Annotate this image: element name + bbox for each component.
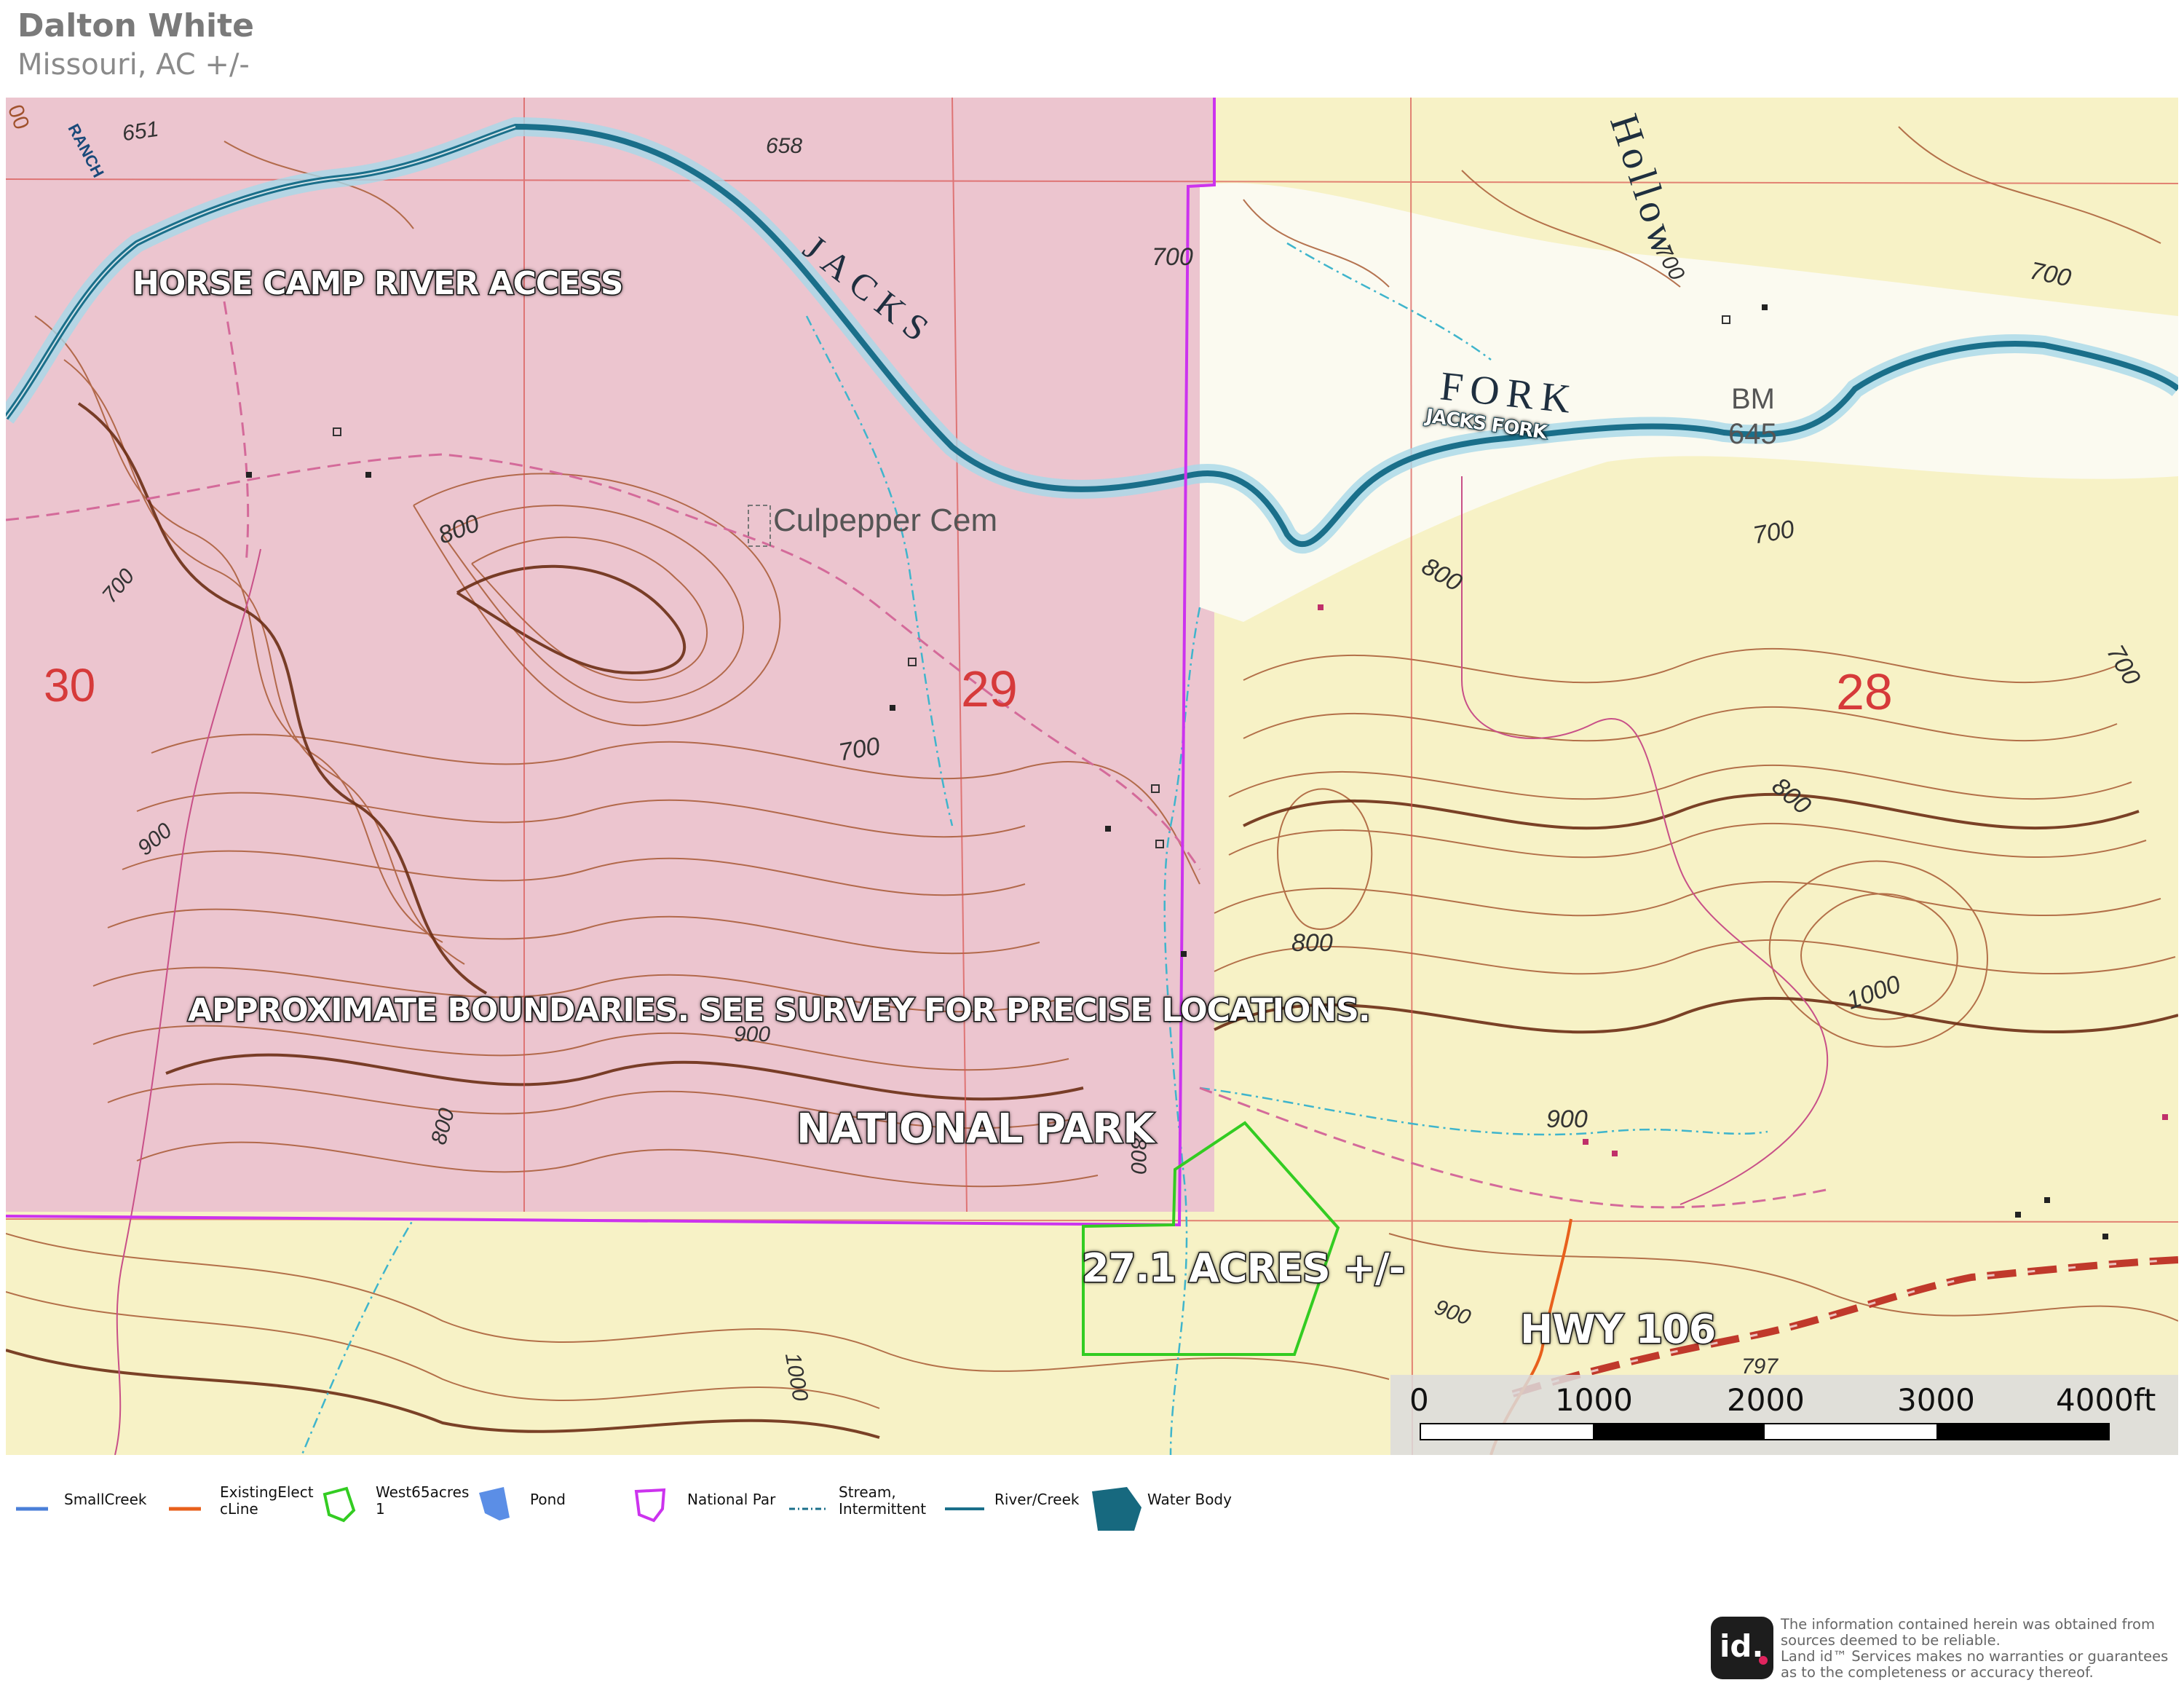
- section-number: 30: [44, 659, 96, 711]
- legend-item-electric-line: ExistingElect cLine: [167, 1477, 328, 1542]
- cemetery-label: Culpepper Cem: [773, 502, 998, 538]
- line-swatch-icon: [169, 1507, 201, 1511]
- polygon-fill-icon: [479, 1487, 510, 1521]
- legend-item-smallcreek: SmallCreek: [15, 1477, 175, 1542]
- benchmark-elev: 645: [1728, 418, 1777, 450]
- scale-tick-label: 1000: [1555, 1382, 1633, 1418]
- section-number: 28: [1836, 663, 1893, 720]
- line-swatch-icon: [16, 1507, 48, 1511]
- map-canvas[interactable]: 651 658 RANCH 00 JACKS FORK JACKS FORK H…: [6, 98, 2178, 1455]
- legend-item-pond: Pond: [478, 1477, 623, 1542]
- scale-tick-label: 0: [1409, 1382, 1429, 1418]
- disclaimer-text: The information contained herein was obt…: [1781, 1616, 2169, 1681]
- legend-item-parcel: West65acres 1: [322, 1477, 482, 1542]
- approx-boundaries-note: APPROXIMATE BOUNDARIES. SEE SURVEY FOR P…: [187, 991, 1372, 1030]
- parcel-acreage-label: 27.1 ACRES +/-: [1081, 1245, 1406, 1293]
- elev-label: 800: [1291, 929, 1333, 957]
- legend-item-river: River/Creek: [943, 1477, 1089, 1542]
- legend-item-intermittent-stream: Stream, Intermittent: [788, 1477, 948, 1542]
- line-swatch-icon: [945, 1507, 984, 1510]
- elev-label: 700: [1152, 243, 1193, 271]
- dash-dot-line-icon: [789, 1507, 828, 1510]
- national-park-label: NATIONAL PARK: [796, 1105, 1156, 1154]
- scale-tick-label: 4000ft: [2056, 1382, 2156, 1418]
- elev-label: 658: [766, 134, 803, 158]
- benchmark-label: BM: [1731, 383, 1775, 415]
- horse-camp-label: HORSE CAMP RIVER ACCESS: [132, 264, 625, 304]
- scale-tick-label: 3000: [1897, 1382, 1975, 1418]
- land-id-logo[interactable]: id.: [1711, 1617, 1773, 1679]
- highway-label: HWY 106: [1519, 1306, 1717, 1354]
- elev-label: 651: [120, 117, 161, 146]
- map-title: Dalton White: [17, 7, 255, 44]
- scale-bar: 0 1000 2000 3000 4000ft: [1390, 1375, 2178, 1455]
- scale-bar-graphic: [1420, 1423, 2110, 1440]
- elev-label: 900: [1546, 1105, 1588, 1133]
- legend-item-national-park: National Par: [633, 1477, 786, 1542]
- section-number: 29: [961, 660, 1018, 717]
- legend-item-water-body: Water Body: [1091, 1477, 1251, 1542]
- polygon-outline-icon: [323, 1486, 356, 1523]
- map-subtitle: Missouri, AC +/-: [17, 48, 250, 82]
- scale-tick-label: 2000: [1727, 1382, 1805, 1418]
- polygon-outline-icon: [634, 1488, 666, 1523]
- legend: SmallCreek ExistingElect cLine West65acr…: [0, 1477, 2184, 1542]
- polygon-fill-icon: [1092, 1487, 1142, 1531]
